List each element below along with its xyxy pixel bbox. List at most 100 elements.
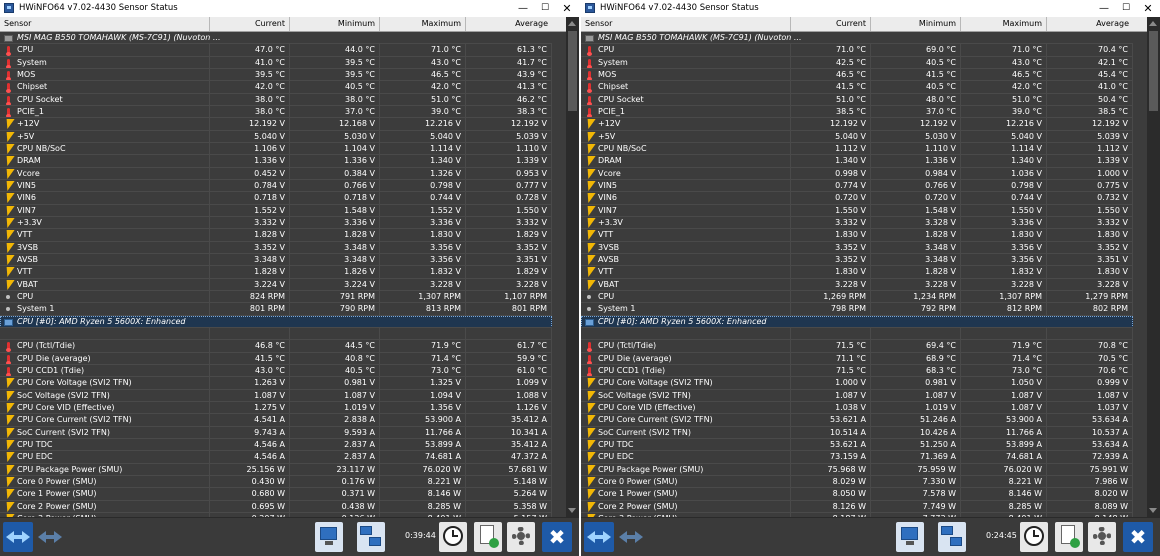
sensor-row[interactable]: +12V 12.192 V 12.168 V 12.216 V 12.192 V	[0, 118, 552, 131]
report-button[interactable]	[896, 522, 924, 552]
sensor-row[interactable]: CPU Package Power (SMU) 25.156 W 23.117 W7…	[0, 463, 552, 476]
sensor-group-row[interactable]: CPU [#0]: AMD Ryzen 5 5600X: Enhanced	[581, 315, 1133, 328]
minimize-button[interactable]: —	[1094, 0, 1114, 17]
sensor-row[interactable]: MOS 46.5 °C 41.5 °C 46.5 °C 45.4 °C	[581, 68, 1133, 82]
start-logging-button[interactable]	[474, 522, 502, 552]
sensor-row[interactable]: CPU (Tctl/Tdie) 46.8 °C 44.5 °C 71.9 °C 61.7…	[0, 340, 552, 353]
sensor-group-row[interactable]: MSI MAG B550 TOMAHAWK (MS-7C91) (Nuvoton…	[0, 32, 552, 45]
sensor-row[interactable]: +3.3V 3.332 V 3.328 V 3.336 V 3.332 V	[581, 216, 1133, 230]
maximize-button[interactable]: ☐	[1116, 0, 1136, 17]
scroll-up-arrow-icon[interactable]	[568, 21, 576, 26]
column-header-minimum[interactable]: Minimum	[871, 17, 961, 31]
scroll-thumb[interactable]	[568, 31, 577, 111]
layout-toggle-button[interactable]	[616, 522, 646, 552]
sensor-row[interactable]: VBAT 3.224 V 3.224 V 3.228 V 3.228 V	[0, 278, 552, 291]
sensor-row[interactable]	[581, 327, 1133, 341]
sensor-row[interactable]: CPU Die (average) 71.1 °C 68.9 °C 71.4 °C 70…	[581, 352, 1133, 365]
sensor-row[interactable]	[0, 327, 552, 341]
sensor-row[interactable]: PCIE_1 38.0 °C 37.0 °C 39.0 °C 38.3 °C	[0, 105, 552, 119]
sensor-row[interactable]: DRAM 1.336 V 1.336 V 1.340 V 1.339 V	[0, 155, 552, 168]
sensor-row[interactable]: System 1 801 RPM 790 RPM 813 RPM 801 RPM	[0, 303, 552, 316]
column-header-minimum[interactable]: Minimum	[290, 17, 380, 31]
sensor-row[interactable]: AVSB 3.348 V 3.348 V 3.356 V 3.351 V	[0, 253, 552, 267]
sensor-row[interactable]: CPU NB/SoC 1.106 V 1.104 V 1.114 V 1.110 V	[0, 142, 552, 156]
sensor-row[interactable]: Vcore 0.452 V 0.384 V 1.326 V 0.953 V	[0, 167, 552, 180]
sensor-row[interactable]: VTT 1.828 V 1.828 V 1.830 V 1.829 V	[0, 229, 552, 242]
maximize-button[interactable]: ☐	[535, 0, 555, 17]
sensor-row[interactable]: Core 0 Power (SMU) 0.430 W 0.176 W 8.221 W5…	[0, 475, 552, 489]
sensor-row[interactable]: VBAT 3.228 V 3.228 V 3.228 V 3.228 V	[581, 278, 1133, 291]
sensor-row[interactable]: 3VSB 3.352 V 3.348 V 3.356 V 3.352 V	[0, 241, 552, 254]
sensor-row[interactable]: PCIE_1 38.5 °C 37.0 °C 39.0 °C 38.5 °C	[581, 105, 1133, 119]
sensor-row[interactable]: CPU TDC 4.546 A 2.837 A 53.899 A 35.412 A	[0, 438, 552, 452]
sensor-row[interactable]: SoC Current (SVI2 TFN) 10.514 A 10.426 A 11…	[581, 426, 1133, 439]
network-button[interactable]	[357, 522, 385, 552]
layout-toggle-button[interactable]	[35, 522, 65, 552]
sensor-row[interactable]: SoC Voltage (SVI2 TFN) 1.087 V 1.087 V 1.08…	[581, 389, 1133, 402]
sensor-row[interactable]: CPU Core Voltage (SVI2 TFN) 1.263 V 0.981 …	[0, 377, 552, 390]
sensor-row[interactable]: Chipset 42.0 °C 40.5 °C 42.0 °C 41.3 °C	[0, 81, 552, 94]
sensor-row[interactable]: CPU 824 RPM 791 RPM 1,307 RPM 1,107 RPM	[0, 290, 552, 304]
sensor-row[interactable]: AVSB 3.352 V 3.348 V 3.356 V 3.351 V	[581, 253, 1133, 267]
column-header-maximum[interactable]: Maximum	[961, 17, 1047, 31]
sensor-row[interactable]: CPU Core VID (Effective) 1.038 V 1.019 V 1.…	[581, 401, 1133, 415]
sensor-row[interactable]: VIN5 0.774 V 0.766 V 0.798 V 0.775 V	[581, 179, 1133, 193]
scroll-up-arrow-icon[interactable]	[1149, 21, 1157, 26]
sensor-row[interactable]: +5V 5.040 V 5.030 V 5.040 V 5.039 V	[581, 130, 1133, 143]
sensor-row[interactable]: +5V 5.040 V 5.030 V 5.040 V 5.039 V	[0, 130, 552, 143]
reset-clock-button[interactable]	[439, 522, 467, 552]
sensor-row[interactable]: +3.3V 3.332 V 3.336 V 3.336 V 3.332 V	[0, 216, 552, 230]
sensor-row[interactable]: CPU TDC 53.621 A 51.250 A 53.899 A 53.634 A	[581, 438, 1133, 452]
sensor-row[interactable]: VIN5 0.784 V 0.766 V 0.798 V 0.777 V	[0, 179, 552, 193]
sensor-row[interactable]: VTT 1.830 V 1.828 V 1.830 V 1.830 V	[581, 229, 1133, 242]
expand-collapse-button[interactable]	[3, 522, 33, 552]
sensor-row[interactable]: CPU CCD1 (Tdie) 71.5 °C 68.3 °C 73.0 °C 70.6…	[581, 364, 1133, 378]
sensor-row[interactable]: Core 2 Power (SMU) 0.695 W 0.438 W 8.285 W5…	[0, 500, 552, 513]
sensor-row[interactable]: Chipset 41.5 °C 40.5 °C 42.0 °C 41.0 °C	[581, 81, 1133, 94]
sensor-row[interactable]: System 42.5 °C 40.5 °C 43.0 °C 42.1 °C	[581, 56, 1133, 69]
sensor-row[interactable]: CPU 47.0 °C 44.0 °C 71.0 °C 61.3 °C	[0, 44, 552, 57]
sensor-row[interactable]: VTT 1.830 V 1.828 V 1.832 V 1.830 V	[581, 266, 1133, 279]
sensor-row[interactable]: VTT 1.828 V 1.826 V 1.832 V 1.829 V	[0, 266, 552, 279]
column-header-average[interactable]: Average	[1047, 17, 1133, 31]
sensor-row[interactable]: CPU Core VID (Effective) 1.275 V 1.019 V 1.…	[0, 401, 552, 415]
sensor-row[interactable]: System 1 798 RPM 792 RPM 812 RPM 802 RPM	[581, 303, 1133, 316]
column-header-sensor[interactable]: Sensor	[581, 17, 791, 31]
sensor-row[interactable]: MOS 39.5 °C 39.5 °C 46.5 °C 43.9 °C	[0, 68, 552, 82]
close-sensors-button[interactable]: ✖	[542, 522, 572, 552]
sensor-row[interactable]: Core 1 Power (SMU) 8.050 W 7.578 W 8.146 W8…	[581, 488, 1133, 501]
expand-collapse-button[interactable]	[584, 522, 614, 552]
start-logging-button[interactable]	[1055, 522, 1083, 552]
sensor-row[interactable]: CPU 1,269 RPM 1,234 RPM 1,307 RPM 1,279 RPM	[581, 290, 1133, 304]
sensor-row[interactable]: 3VSB 3.352 V 3.348 V 3.356 V 3.352 V	[581, 241, 1133, 254]
sensor-row[interactable]: Vcore 0.998 V 0.984 V 1.036 V 1.000 V	[581, 167, 1133, 180]
sensor-row[interactable]: +12V 12.192 V 12.192 V 12.216 V 12.192 V	[581, 118, 1133, 131]
sensor-group-row[interactable]: MSI MAG B550 TOMAHAWK (MS-7C91) (Nuvoton…	[581, 32, 1133, 45]
sensor-row[interactable]: CPU 71.0 °C 69.0 °C 71.0 °C 70.4 °C	[581, 44, 1133, 57]
sensor-row[interactable]: CPU CCD1 (Tdie) 43.0 °C 40.5 °C 73.0 °C 61.0…	[0, 364, 552, 378]
title-bar[interactable]: HWiNFO64 v7.02-4430 Sensor Status — ☐ ✕	[0, 0, 579, 17]
sensor-row[interactable]: Core 0 Power (SMU) 8.029 W 7.330 W 8.221 W7…	[581, 475, 1133, 489]
sensor-row[interactable]: Core 2 Power (SMU) 8.126 W 7.749 W 8.285 W8…	[581, 500, 1133, 513]
report-button[interactable]	[315, 522, 343, 552]
reset-clock-button[interactable]	[1020, 522, 1048, 552]
close-sensors-button[interactable]: ✖	[1123, 522, 1153, 552]
settings-button[interactable]	[1088, 522, 1116, 552]
scroll-thumb[interactable]	[1149, 31, 1158, 111]
sensor-row[interactable]: SoC Voltage (SVI2 TFN) 1.087 V 1.087 V 1.09…	[0, 389, 552, 402]
close-window-button[interactable]: ✕	[1138, 0, 1158, 17]
vertical-scrollbar[interactable]	[566, 17, 579, 517]
column-header-maximum[interactable]: Maximum	[380, 17, 466, 31]
sensor-row[interactable]: System 41.0 °C 39.5 °C 43.0 °C 41.7 °C	[0, 56, 552, 69]
sensor-row[interactable]: Core 1 Power (SMU) 0.680 W 0.371 W 8.146 W5…	[0, 488, 552, 501]
sensor-row[interactable]: CPU Core Current (SVI2 TFN) 53.621 A 51.24…	[581, 414, 1133, 427]
sensor-row[interactable]: VIN6 0.720 V 0.720 V 0.744 V 0.732 V	[581, 192, 1133, 205]
column-header-average[interactable]: Average	[466, 17, 552, 31]
sensor-row[interactable]: CPU (Tctl/Tdie) 71.5 °C 69.4 °C 71.9 °C 70.8…	[581, 340, 1133, 353]
sensor-row[interactable]: SoC Current (SVI2 TFN) 9.743 A 9.593 A 11.7…	[0, 426, 552, 439]
column-header-current[interactable]: Current	[791, 17, 871, 31]
sensor-group-row[interactable]: CPU [#0]: AMD Ryzen 5 5600X: Enhanced	[0, 315, 552, 328]
network-button[interactable]	[938, 522, 966, 552]
title-bar[interactable]: HWiNFO64 v7.02-4430 Sensor Status — ☐ ✕	[581, 0, 1160, 17]
close-window-button[interactable]: ✕	[557, 0, 577, 17]
